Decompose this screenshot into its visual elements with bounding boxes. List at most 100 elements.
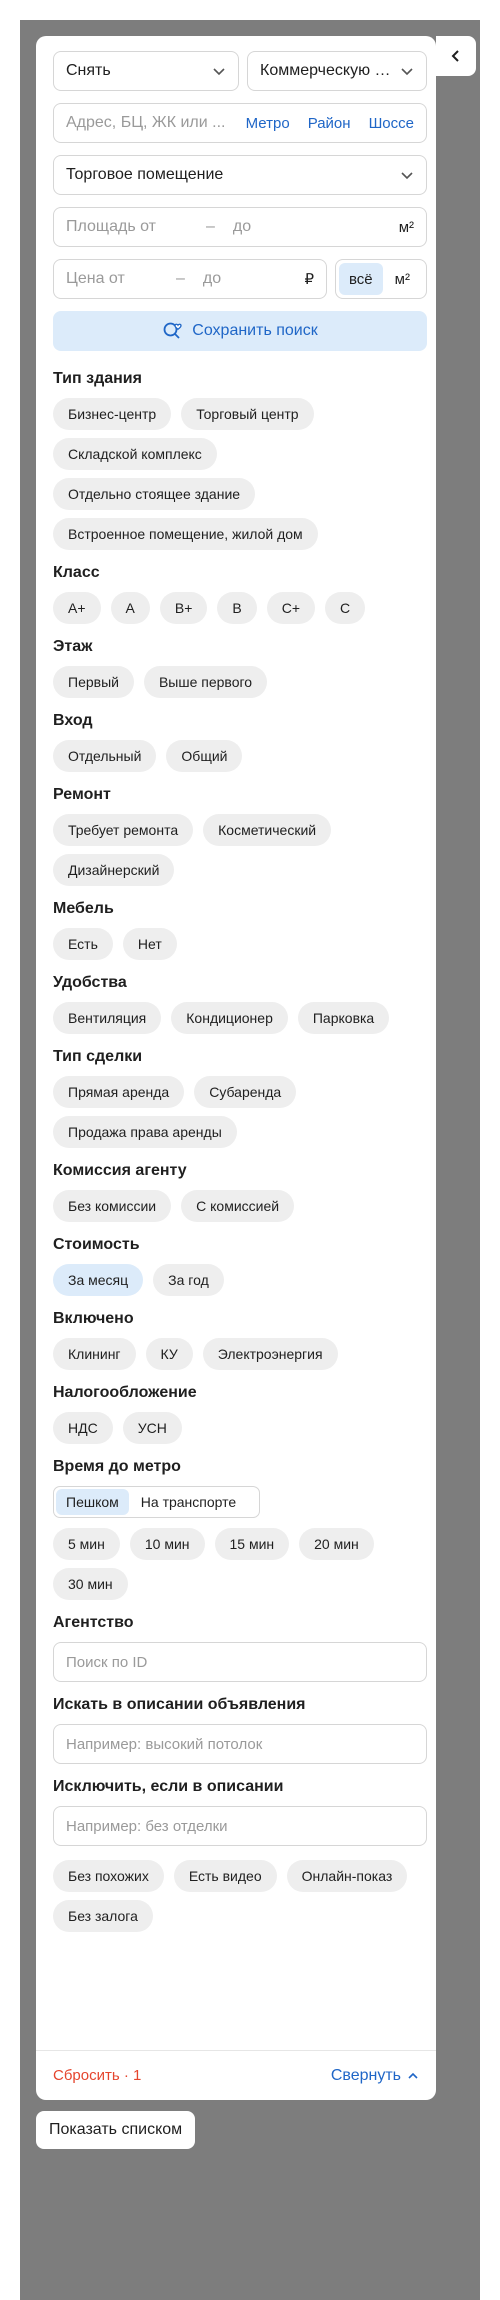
chip-class-a-plus[interactable]: A+ [53,592,101,624]
metro-mode-toggle: Пешком На транспорте [53,1486,260,1518]
chip-group: Прямая аренда Субаренда Продажа права ар… [53,1076,427,1148]
chip-15-min[interactable]: 15 мин [214,1528,290,1560]
chip-group: Бизнес-центр Торговый центр Складской ко… [53,398,427,550]
section-title: Класс [53,564,100,581]
chip-direct-rent[interactable]: Прямая аренда [53,1076,185,1108]
price-to-input[interactable]: до [203,270,221,288]
chip-furniture-yes[interactable]: Есть [53,928,113,960]
area-from-input[interactable]: Площадь от [66,218,206,236]
chip-class-a[interactable]: A [110,592,150,624]
chip-warehouse-complex[interactable]: Складской комплекс [53,438,217,470]
section-title: Вход [53,712,93,729]
class-section: Класс A+ A B+ B C+ C [53,564,427,624]
chip-class-c-plus[interactable]: C+ [266,592,316,624]
chip-group: Требует ремонта Косметический Дизайнерск… [53,814,427,886]
agency-id-input[interactable]: Поиск по ID [53,1642,427,1682]
agency-placeholder: Поиск по ID [66,1653,148,1671]
chip-simplified-tax[interactable]: УСН [122,1412,182,1444]
filters-panel: Снять Коммерческую н... Адрес, БЦ, ЖК ил… [36,36,436,2100]
mode-walk[interactable]: Пешком [56,1489,129,1515]
section-title: Ремонт [53,786,111,803]
price-mode-all[interactable]: всё [339,263,383,295]
chip-group: За месяц За год [53,1264,427,1296]
chip-built-in-premises[interactable]: Встроенное помещение, жилой дом [53,518,318,550]
search-description-input[interactable]: Например: высокий потолок [53,1724,427,1764]
chip-electricity[interactable]: Электроэнергия [202,1338,338,1370]
chip-class-c[interactable]: C [325,592,366,624]
chip-shopping-center[interactable]: Торговый центр [181,398,314,430]
chip-class-b[interactable]: B [217,592,257,624]
chip-no-similar[interactable]: Без похожих [53,1860,164,1892]
chip-common-entrance[interactable]: Общий [166,740,243,772]
chip-designer[interactable]: Дизайнерский [53,854,175,886]
section-title: Тип сделки [53,1048,143,1065]
chip-group: Без комиссии С комиссией [53,1190,427,1222]
entrance-section: Вход Отдельный Общий [53,712,427,772]
address-input[interactable]: Адрес, БЦ, ЖК или ... Метро Район Шоссе [53,103,427,143]
highway-link[interactable]: Шоссе [369,115,414,132]
chip-separate-entrance[interactable]: Отдельный [53,740,157,772]
collapse-label: Свернуть [330,2066,401,2084]
chip-cleaning[interactable]: Клининг [53,1338,136,1370]
reset-button[interactable]: Сбросить · 1 [53,2067,141,2084]
collapse-button[interactable]: Свернуть [331,2067,419,2085]
section-title: Удобства [53,974,127,991]
price-range-input[interactable]: Цена от – до ₽ [53,259,327,299]
chip-sublease[interactable]: Субаренда [194,1076,297,1108]
address-links: Метро Район Шоссе [246,115,414,132]
chip-with-fee[interactable]: С комиссией [181,1190,295,1222]
chip-ventilation[interactable]: Вентиляция [53,1002,162,1034]
chip-per-year[interactable]: За год [153,1264,224,1296]
district-link[interactable]: Район [308,115,351,132]
area-range-input[interactable]: Площадь от – до м² [53,207,427,247]
chip-parking[interactable]: Парковка [297,1002,390,1034]
save-search-button[interactable]: Сохранить поиск [53,311,427,351]
top-selects-row: Снять Коммерческую н... [53,51,427,91]
chip-furniture-no[interactable]: Нет [122,928,177,960]
chip-group: Первый Выше первого [53,666,427,698]
amenities-section: Удобства Вентиляция Кондиционер Парковка [53,974,427,1034]
extra-options-section: Без похожих Есть видео Онлайн-показ Без … [53,1860,427,1932]
chip-10-min[interactable]: 10 мин [129,1528,205,1560]
chip-has-video[interactable]: Есть видео [173,1860,277,1892]
chip-above-first[interactable]: Выше первого [143,666,268,698]
chip-cosmetic[interactable]: Косметический [203,814,332,846]
chip-utilities[interactable]: КУ [145,1338,193,1370]
search-description-section: Искать в описании объявления Например: в… [53,1696,427,1764]
chip-20-min[interactable]: 20 мин [299,1528,374,1560]
agency-section: Агентство Поиск по ID [53,1614,427,1682]
property-type-select[interactable]: Коммерческую н... [247,51,427,91]
price-mode-sqm[interactable]: м² [385,263,420,295]
chip-per-month[interactable]: За месяц [53,1264,144,1296]
chip-no-fee[interactable]: Без комиссии [53,1190,172,1222]
chip-online-viewing[interactable]: Онлайн-показ [286,1860,408,1892]
chip-detached-building[interactable]: Отдельно стоящее здание [53,478,256,510]
exclude-description-input[interactable]: Например: без отделки [53,1806,427,1846]
section-title: Этаж [53,638,93,655]
chip-5-min[interactable]: 5 мин [53,1528,120,1560]
chip-30-min[interactable]: 30 мин [53,1568,128,1600]
chip-business-center[interactable]: Бизнес-центр [53,398,172,430]
close-panel-button[interactable] [436,36,476,76]
category-select[interactable]: Торговое помещение [53,155,427,195]
price-row: Цена от – до ₽ всё м² [53,259,427,299]
price-from-input[interactable]: Цена от [66,270,176,288]
address-placeholder: Адрес, БЦ, ЖК или ... [66,114,226,131]
chip-vat[interactable]: НДС [53,1412,113,1444]
chip-class-b-plus[interactable]: B+ [159,592,208,624]
chip-needs-renovation[interactable]: Требует ремонта [53,814,194,846]
mode-transport[interactable]: На транспорте [131,1489,246,1515]
chip-group: Клининг КУ Электроэнергия [53,1338,427,1370]
metro-link[interactable]: Метро [246,115,290,132]
chip-lease-rights-sale[interactable]: Продажа права аренды [53,1116,237,1148]
exclude-description-section: Исключить, если в описании Например: без… [53,1778,427,1846]
deal-type-section: Тип сделки Прямая аренда Субаренда Прода… [53,1048,427,1148]
chip-air-conditioner[interactable]: Кондиционер [171,1002,288,1034]
chip-no-deposit[interactable]: Без залога [53,1900,153,1932]
area-to-input[interactable]: до [233,218,251,236]
show-list-button[interactable]: Показать списком [36,2111,196,2149]
chip-first-floor[interactable]: Первый [53,666,134,698]
chip-group: A+ A B+ B C+ C [53,592,427,624]
filters-footer: Сбросить · 1 Свернуть [36,2050,436,2100]
deal-select[interactable]: Снять [53,51,239,91]
